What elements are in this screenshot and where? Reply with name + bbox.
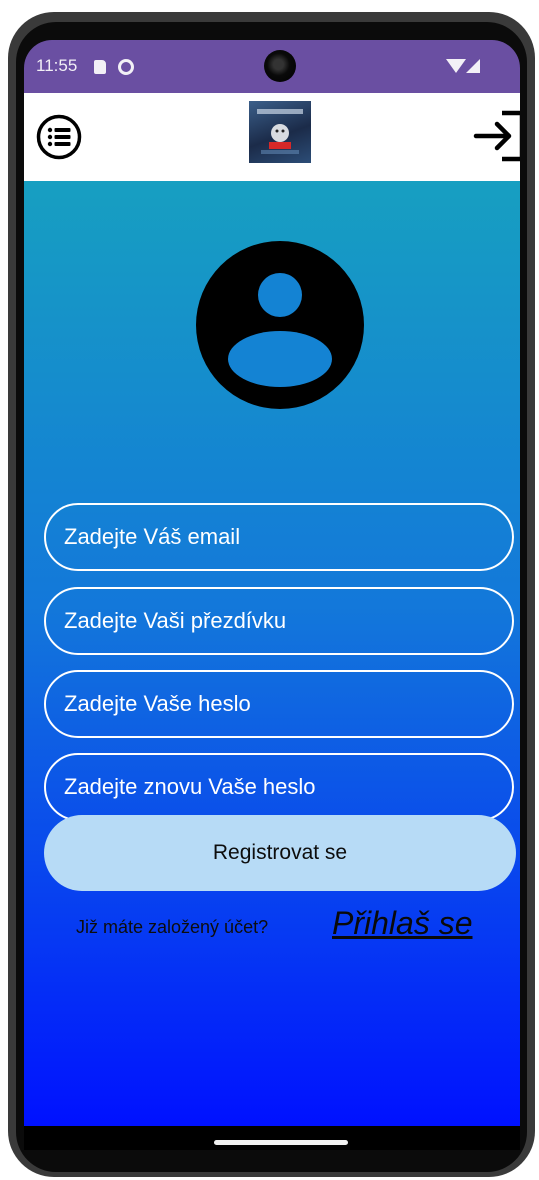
status-bar: 11:55 [24, 40, 520, 93]
password-field[interactable]: Zadejte Vaše heslo [44, 670, 514, 738]
signin-link[interactable]: Přihlaš se [332, 905, 473, 942]
home-indicator[interactable] [214, 1140, 348, 1145]
nickname-field[interactable]: Zadejte Vaši přezdívku [44, 587, 514, 655]
login-arrow-icon [473, 110, 520, 162]
phone-screen: 11:55 Zadejte Váš email Zadejte Vaši pře… [24, 40, 520, 1150]
list-menu-icon [36, 114, 82, 160]
wifi-icon [446, 59, 466, 73]
signal-icon [466, 59, 480, 73]
front-camera [264, 50, 296, 82]
email-field[interactable]: Zadejte Váš email [44, 503, 514, 571]
status-time: 11:55 [36, 56, 78, 75]
login-button[interactable] [472, 109, 520, 163]
nickname-placeholder: Zadejte Vaši přezdívku [64, 608, 287, 633]
account-circle-icon [196, 241, 364, 409]
email-placeholder: Zadejte Váš email [64, 524, 241, 549]
registration-panel: Zadejte Váš email Zadejte Vaši přezdívku… [24, 181, 520, 1126]
app-bar [24, 93, 520, 181]
navigation-bar [24, 1126, 520, 1150]
password-placeholder: Zadejte Vaše heslo [64, 691, 251, 716]
app-logo [249, 101, 311, 163]
signin-question: Již máte založený účet? [76, 917, 269, 937]
password-repeat-field[interactable]: Zadejte znovu Vaše heslo [44, 753, 514, 821]
sd-card-icon [94, 60, 106, 74]
sync-icon [118, 59, 134, 75]
register-button[interactable]: Registrovat se [44, 815, 516, 891]
password-repeat-placeholder: Zadejte znovu Vaše heslo [64, 774, 316, 799]
signin-row: Již máte založený účet? Přihlaš se [24, 905, 520, 945]
menu-button[interactable] [36, 114, 82, 160]
register-button-label: Registrovat se [212, 841, 348, 864]
